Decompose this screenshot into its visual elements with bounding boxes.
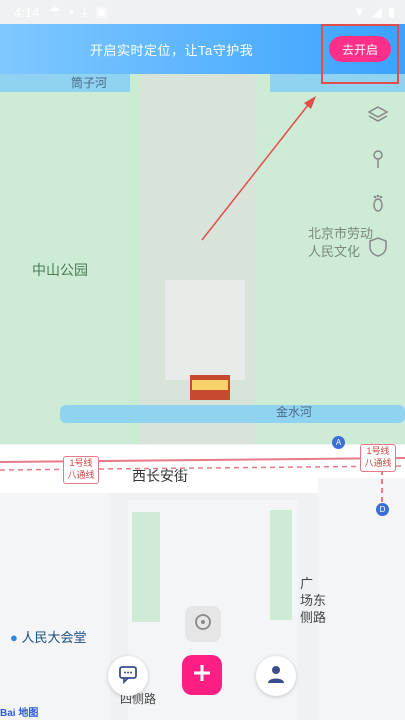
locate-button[interactable]: [185, 606, 221, 642]
banner-text: 开启实时定位，让Ta守护我: [90, 42, 254, 58]
wifi-icon: ▼: [352, 4, 366, 19]
message-button[interactable]: [108, 656, 148, 696]
notification-icon: ▪: [68, 4, 74, 19]
profile-button[interactable]: [256, 656, 296, 696]
user-icon: [265, 663, 287, 690]
crosshair-icon: [192, 611, 214, 638]
map-label-jinshui-river: 金水河: [276, 405, 313, 419]
download-icon: ⤓: [81, 4, 88, 19]
poi-great-hall[interactable]: ● 人民大会堂: [10, 627, 87, 646]
metro-exit-d: D: [376, 503, 389, 516]
status-time: 4:14: [14, 4, 40, 20]
plus-icon: [192, 663, 212, 688]
map-label-tongzi-river: 筒子河: [71, 76, 108, 90]
map-tools: [363, 100, 393, 262]
battery-icon: ▮: [387, 4, 395, 19]
add-button[interactable]: [182, 655, 222, 695]
signal-icon: ◢: [371, 4, 382, 19]
app-notification-icon: ▣: [95, 4, 108, 19]
status-bar: 4:14 ☂ ▪ ⤓ ▣ ▼ ◢ ▮: [0, 0, 405, 24]
metro-badge-left: 1号线 八通线: [63, 456, 99, 484]
footprint-icon[interactable]: [363, 188, 393, 218]
location-pin-icon: ●: [10, 630, 18, 645]
shield-icon[interactable]: [363, 232, 393, 262]
chat-icon: [117, 663, 139, 690]
metro-exit-a: A: [332, 436, 345, 449]
map-label-zhongshan-park: 中山公园: [32, 262, 88, 278]
metro-badge-right: 1号线 八通线: [360, 444, 396, 472]
map-label-road-3: 侧路: [300, 610, 327, 625]
annotation-highlight-box: [321, 24, 399, 84]
baidu-logo: Bai 地图: [0, 708, 39, 719]
map-label-xichang-an-street: 西长安街: [132, 468, 188, 484]
umbrella-icon: ☂: [49, 4, 61, 19]
pin-icon[interactable]: [363, 144, 393, 174]
layers-icon[interactable]: [363, 100, 393, 130]
map-label-labor-palace-2: 人民文化: [308, 244, 361, 259]
